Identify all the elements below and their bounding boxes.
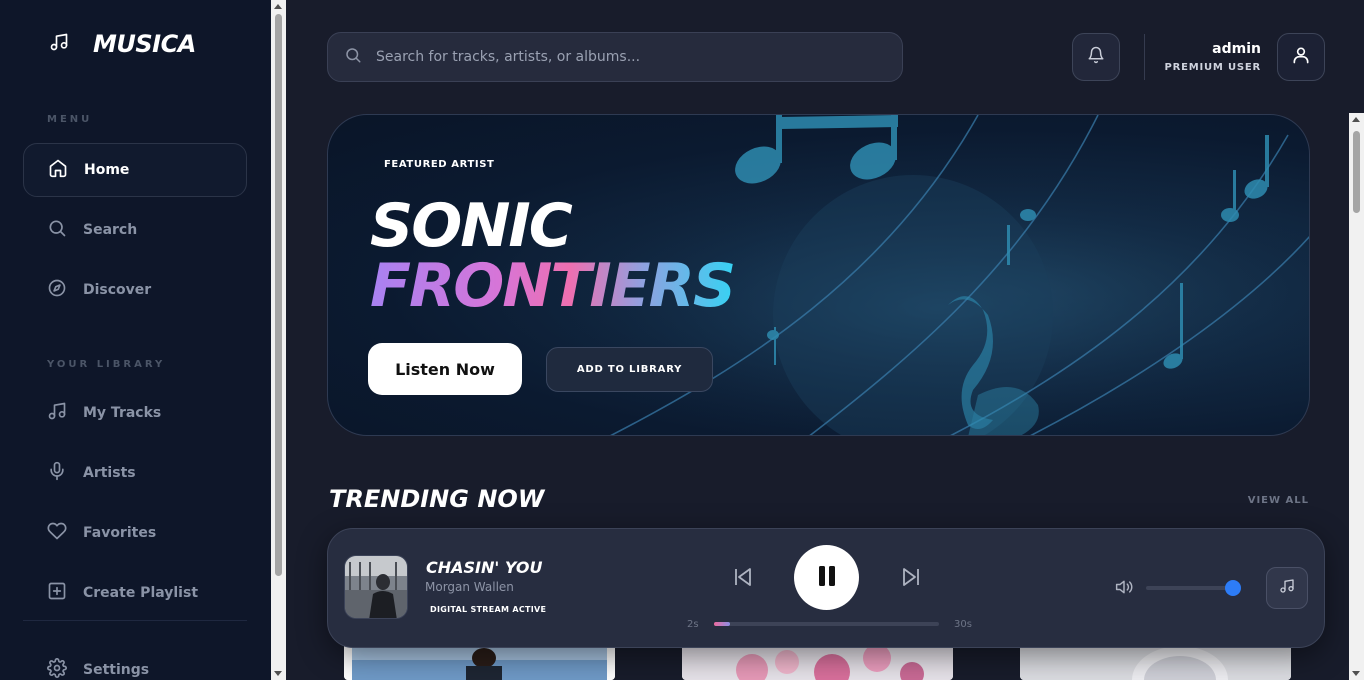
main-scrollbar[interactable] <box>1349 113 1364 680</box>
user-tier-label: PREMIUM USER <box>1164 62 1261 73</box>
app-logo[interactable]: MUSICA <box>49 30 196 58</box>
app-name: MUSICA <box>93 30 196 58</box>
plus-square-icon <box>47 581 67 605</box>
sidebar-item-home[interactable]: Home <box>23 143 247 197</box>
pause-button[interactable] <box>794 545 859 610</box>
volume-button[interactable] <box>1114 578 1134 600</box>
volume-slider[interactable] <box>1146 580 1242 596</box>
microphone-icon <box>47 461 67 485</box>
featured-artist-tag: FEATURED ARTIST <box>384 159 495 170</box>
stream-status-badge: DIGITAL STREAM ACTIVE <box>430 605 547 614</box>
progress-fill <box>714 622 730 626</box>
sidebar-item-label: Search <box>83 222 138 238</box>
sidebar-divider <box>23 620 247 621</box>
trending-section-title: TRENDING NOW <box>329 485 545 513</box>
skip-forward-icon <box>899 565 923 593</box>
sidebar-item-label: Discover <box>83 282 152 298</box>
main-content: admin PREMIUM USER <box>286 0 1349 680</box>
add-to-library-button[interactable]: ADD TO LIBRARY <box>546 347 713 392</box>
skip-back-icon <box>731 565 755 593</box>
sidebar-item-label: Settings <box>83 662 150 678</box>
scroll-up-arrow-icon[interactable] <box>1352 117 1360 122</box>
sidebar: MUSICA MENU Home Search Discover YOUR LI… <box>0 0 271 680</box>
compass-icon <box>47 278 67 302</box>
user-avatar-button[interactable] <box>1277 33 1325 81</box>
sidebar-item-favorites[interactable]: Favorites <box>23 506 247 560</box>
hero-title-line2: FRONTIERS <box>370 251 736 321</box>
previous-track-button[interactable] <box>730 566 756 592</box>
total-time: 30s <box>954 619 972 630</box>
queue-button[interactable] <box>1266 567 1308 609</box>
home-icon <box>48 158 68 182</box>
sidebar-item-search[interactable]: Search <box>23 203 247 257</box>
sidebar-item-create-playlist[interactable]: Create Playlist <box>23 566 247 620</box>
album-cover-image <box>345 556 407 618</box>
progress-bar[interactable] <box>714 622 939 626</box>
scroll-up-arrow-icon[interactable] <box>274 4 282 9</box>
track-artist: Morgan Wallen <box>425 580 514 594</box>
scrollbar-thumb[interactable] <box>275 14 282 576</box>
header-divider <box>1144 34 1145 80</box>
user-name: admin <box>1212 41 1261 57</box>
volume-slider-thumb[interactable] <box>1225 580 1242 596</box>
now-playing-bar: CHASIN' YOU Morgan Wallen DIGITAL STREAM… <box>327 528 1325 648</box>
sidebar-item-label: Create Playlist <box>83 585 199 601</box>
library-section-title: YOUR LIBRARY <box>47 359 166 370</box>
heart-icon <box>47 521 67 545</box>
featured-artist-banner: FEATURED ARTIST SONIC FRONTIERS Listen N… <box>327 114 1310 436</box>
pause-icon <box>816 564 838 592</box>
sidebar-item-label: Home <box>84 162 130 178</box>
search-bar[interactable] <box>327 32 903 82</box>
sidebar-item-artists[interactable]: Artists <box>23 446 247 500</box>
sidebar-item-settings[interactable]: Settings <box>23 643 247 680</box>
sidebar-item-label: Artists <box>83 465 136 481</box>
music-note-icon <box>1279 578 1295 598</box>
scrollbar-thumb[interactable] <box>1353 131 1360 213</box>
music-note-icon <box>47 401 67 425</box>
menu-section-title: MENU <box>47 114 93 125</box>
sidebar-scrollbar[interactable] <box>271 0 286 680</box>
sidebar-item-my-tracks[interactable]: My Tracks <box>23 386 247 440</box>
notifications-button[interactable] <box>1072 33 1120 81</box>
bell-icon <box>1087 46 1105 68</box>
next-track-button[interactable] <box>898 566 924 592</box>
search-icon <box>344 46 362 68</box>
sidebar-item-label: Favorites <box>83 525 157 541</box>
search-input[interactable] <box>376 49 876 65</box>
music-note-icon <box>49 32 69 56</box>
sidebar-item-label: My Tracks <box>83 405 162 421</box>
sidebar-item-discover[interactable]: Discover <box>23 263 247 317</box>
scroll-down-arrow-icon[interactable] <box>274 671 282 676</box>
volume-icon <box>1114 580 1134 600</box>
listen-now-button[interactable]: Listen Now <box>368 343 522 395</box>
user-icon <box>1291 45 1311 69</box>
view-all-link[interactable]: VIEW ALL <box>1248 495 1309 506</box>
scroll-down-arrow-icon[interactable] <box>1352 671 1360 676</box>
search-icon <box>47 218 67 242</box>
gear-icon <box>47 658 67 680</box>
track-title: CHASIN' YOU <box>426 558 543 577</box>
track-cover-image[interactable] <box>344 555 408 619</box>
current-time: 2s <box>687 619 699 630</box>
